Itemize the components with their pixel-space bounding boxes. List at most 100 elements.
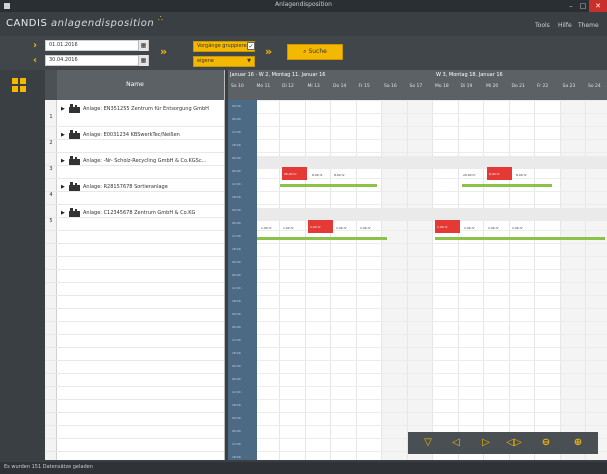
expand-arrow-icon[interactable]: ▶ — [61, 132, 65, 138]
row-number: 2 — [49, 140, 53, 146]
time-tick: 00:00 — [232, 312, 241, 316]
logo-subtitle: anlagendisposition — [51, 18, 155, 29]
window-title: Anlagendisposition — [275, 1, 332, 8]
gantt-row-divider — [257, 386, 607, 387]
row-divider — [45, 178, 224, 179]
time-tick: 06:00 — [232, 221, 241, 225]
zoom-in-icon[interactable]: ⊕ — [570, 435, 586, 451]
day-column — [304, 100, 331, 460]
time-tick: 06:00 — [232, 325, 241, 329]
machine-icon — [69, 208, 80, 217]
gantt-toolbar: ▽ ◁ ▷ ◁▷ ⊖ ⊕ — [408, 432, 598, 454]
maximize-button[interactable]: □ — [577, 0, 589, 12]
resource-label: Anlage: C12345678 Zentrum GmbH & Co.KG — [83, 210, 196, 216]
day-label: Mi 20 — [486, 84, 499, 89]
row-divider — [45, 139, 224, 140]
apply-filter-icon[interactable]: » — [265, 45, 272, 58]
minimize-button[interactable]: – — [565, 0, 577, 12]
gantt-row-divider — [257, 100, 607, 101]
date-to-prev-icon[interactable]: ‹ — [30, 55, 40, 67]
resource-rows: 1 ▶ Anlage: EN351255 Zentrum für Entsorgun… — [45, 100, 224, 460]
row-number: 5 — [49, 218, 53, 224]
progress-bar[interactable] — [257, 237, 387, 240]
row-divider — [45, 295, 224, 296]
next-icon[interactable]: ▷ — [478, 435, 494, 451]
gantt-chart[interactable]: Januar 16 · W 2, Montag 11. Januar 16 W 3… — [228, 70, 607, 460]
day-label: Sa 23 — [562, 84, 576, 89]
progress-bar[interactable] — [435, 237, 605, 240]
row-number-header — [45, 70, 57, 100]
dashboard-grid-icon[interactable] — [12, 78, 26, 92]
list-item[interactable]: 2 ▶ Anlage: E0031234 KBSwerkTec/Neißen — [45, 130, 224, 150]
menu-hilfe[interactable]: Hilfe — [558, 22, 572, 29]
group-band — [257, 156, 607, 169]
task-bar-label: 1,00 hr — [464, 226, 475, 230]
time-tick: 12:00 — [232, 338, 241, 342]
expand-arrow-icon[interactable]: ▶ — [61, 158, 65, 164]
list-item[interactable]: 4 ▶ Anlage: R28157678 Sortieranlage — [45, 182, 224, 202]
time-tick: 06:00 — [232, 169, 241, 173]
day-label: Di 12 — [282, 84, 294, 89]
calendar-from-icon[interactable]: ▦ — [138, 40, 148, 51]
day-column — [483, 100, 509, 460]
list-item[interactable]: 5 ▶ Anlage: C12345678 Zentrum GmbH & Co.KG — [45, 208, 224, 228]
time-tick: 12:00 — [232, 130, 241, 134]
list-item[interactable]: 1 ▶ Anlage: EN351255 Zentrum für Entsorgun… — [45, 104, 224, 124]
day-column — [585, 100, 607, 460]
time-tick: 00:00 — [232, 416, 241, 420]
fit-range-icon[interactable]: ◁▷ — [506, 435, 522, 451]
time-tick: 12:00 — [232, 390, 241, 394]
owner-select[interactable]: eigene ▼ — [193, 56, 255, 67]
time-tick: 12:00 — [232, 182, 241, 186]
row-divider — [45, 308, 224, 309]
collapse-icon[interactable]: ▽ — [420, 435, 436, 451]
row-number-gutter — [45, 100, 57, 460]
list-item[interactable]: 3 ▶ Anlage: -Nr- Scholz-Recycling GmbH & C… — [45, 156, 224, 176]
side-nav — [0, 70, 43, 464]
gantt-row-divider — [257, 347, 607, 348]
day-column — [406, 100, 432, 460]
time-tick: 18:00 — [232, 455, 241, 459]
group-toggle[interactable]: Vorgänge gruppieren — [193, 41, 255, 52]
machine-icon — [69, 156, 80, 165]
resource-label: Anlage: R28157678 Sortieranlage — [83, 184, 168, 190]
calendar-to-icon[interactable]: ▦ — [138, 55, 148, 66]
search-button[interactable]: ⌕ Suche — [287, 44, 343, 60]
day-column — [457, 100, 484, 460]
row-number: 4 — [49, 192, 53, 198]
progress-bar[interactable] — [280, 184, 377, 187]
app-window: Anlagendisposition – □ ✕ CANDIS anlagend… — [0, 0, 607, 474]
gantt-row-divider — [257, 204, 607, 205]
gantt-row-divider — [257, 321, 607, 322]
menu-tools[interactable]: Tools — [535, 22, 550, 29]
expand-arrow-icon[interactable]: ▶ — [61, 210, 65, 216]
status-bar: Es wurden 151 Datensätze geladen — [0, 462, 607, 474]
gantt-row-divider — [257, 191, 607, 192]
group-checkbox[interactable]: ✓ — [247, 42, 255, 50]
day-column — [253, 100, 280, 460]
resource-label: Anlage: EN351255 Zentrum für Entsorgung … — [83, 106, 209, 112]
row-divider — [45, 386, 224, 387]
zoom-out-icon[interactable]: ⊖ — [538, 435, 554, 451]
name-column-header[interactable]: Name — [45, 70, 224, 100]
machine-icon — [69, 182, 80, 191]
expand-arrow-icon[interactable]: ▶ — [61, 184, 65, 190]
expand-arrow-icon[interactable]: ▶ — [61, 106, 65, 112]
task-bar-label: 1,00 hr — [310, 225, 321, 229]
menu-theme[interactable]: Theme — [578, 22, 599, 29]
previous-icon[interactable]: ◁ — [448, 435, 464, 451]
gantt-row-divider — [257, 399, 607, 400]
title-bar: Anlagendisposition – □ ✕ — [0, 0, 607, 12]
day-label: So 24 — [588, 84, 601, 89]
day-label: Do 21 — [511, 84, 525, 89]
machine-icon — [69, 104, 80, 113]
apply-dates-icon[interactable]: » — [160, 45, 167, 58]
task-bar-label: 1,00 hr — [336, 226, 347, 230]
progress-bar[interactable] — [462, 184, 552, 187]
day-column — [279, 100, 305, 460]
time-tick: 06:00 — [232, 117, 241, 121]
date-to-input[interactable]: 30.04.2016 — [45, 55, 149, 66]
close-button[interactable]: ✕ — [589, 0, 607, 12]
date-from-next-icon[interactable]: › — [30, 40, 40, 52]
date-from-input[interactable]: 01.01.2016 — [45, 40, 149, 51]
